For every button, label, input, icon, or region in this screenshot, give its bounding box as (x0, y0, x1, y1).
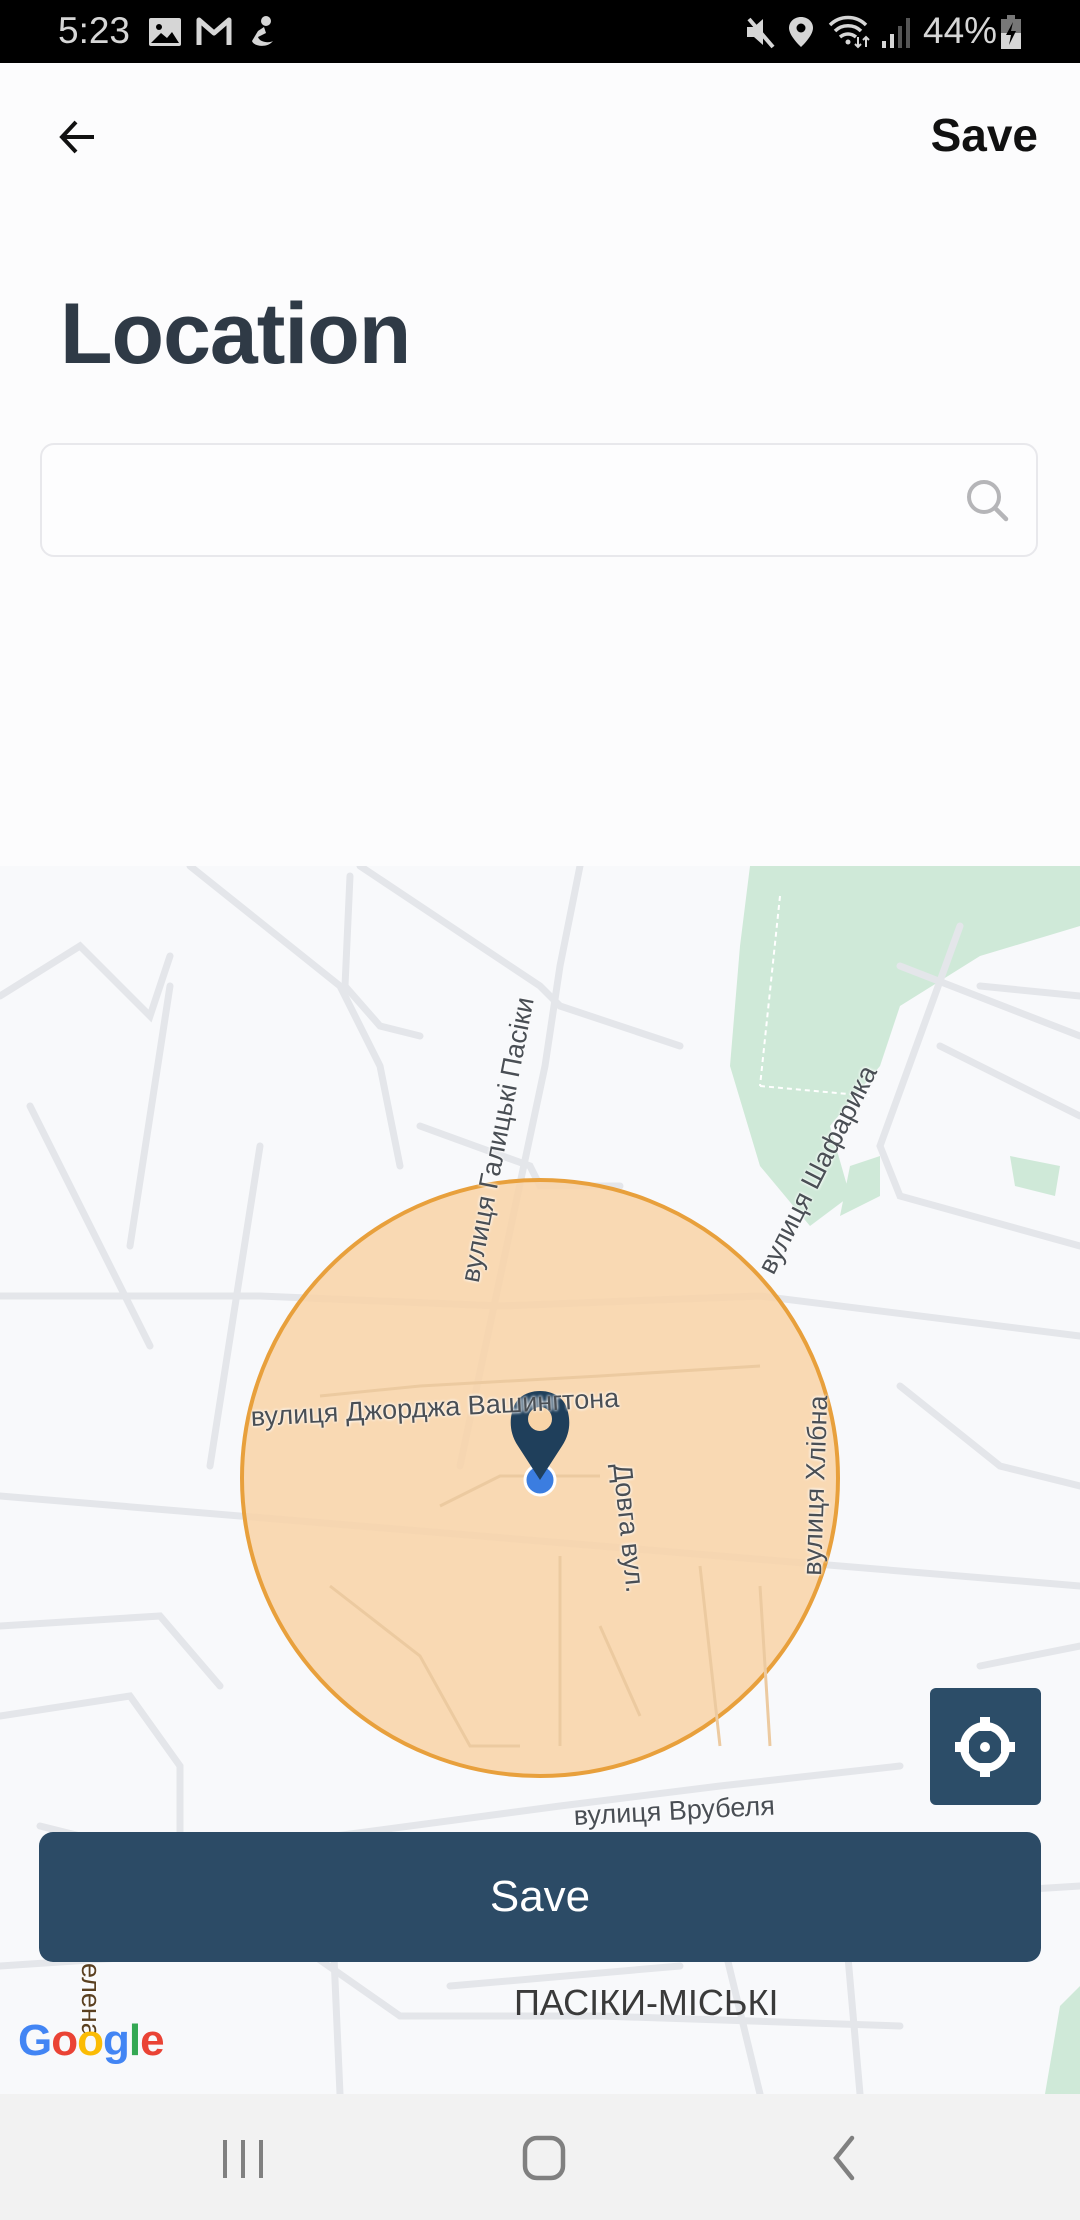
signal-icon (882, 18, 910, 48)
google-attribution: Google (18, 2016, 165, 2065)
status-bar: 5:23 44% (0, 0, 1080, 63)
home-icon[interactable] (504, 2126, 584, 2190)
battery-percent: 44% (923, 10, 998, 51)
mute-icon (747, 17, 775, 49)
search-input[interactable] (66, 465, 950, 537)
header-save-button[interactable]: Save (931, 108, 1038, 162)
battery-charging-icon (1001, 15, 1021, 49)
arrow-left-icon (59, 120, 94, 154)
system-nav-bar (0, 2094, 1080, 2220)
back-chevron-icon[interactable] (806, 2126, 886, 2190)
recent-apps-icon[interactable] (203, 2126, 283, 2190)
save-button[interactable]: Save (39, 1832, 1041, 1962)
crosshair-icon (955, 1717, 1015, 1777)
back-button[interactable] (54, 112, 104, 162)
search-icon[interactable] (964, 477, 1010, 523)
district-label: ПАСІКИ-МІСЬКІ (514, 1982, 779, 2023)
app-notification-icon (252, 16, 273, 46)
gmail-icon (196, 17, 232, 45)
my-location-button[interactable] (930, 1688, 1041, 1805)
status-time: 5:23 (58, 10, 131, 51)
location-search-field[interactable] (40, 443, 1038, 557)
street-label: вулиця Хлібна (797, 1394, 834, 1577)
page-title: Location (60, 286, 411, 382)
location-icon (789, 17, 813, 47)
wifi-icon (828, 15, 870, 49)
gallery-icon (149, 18, 181, 46)
